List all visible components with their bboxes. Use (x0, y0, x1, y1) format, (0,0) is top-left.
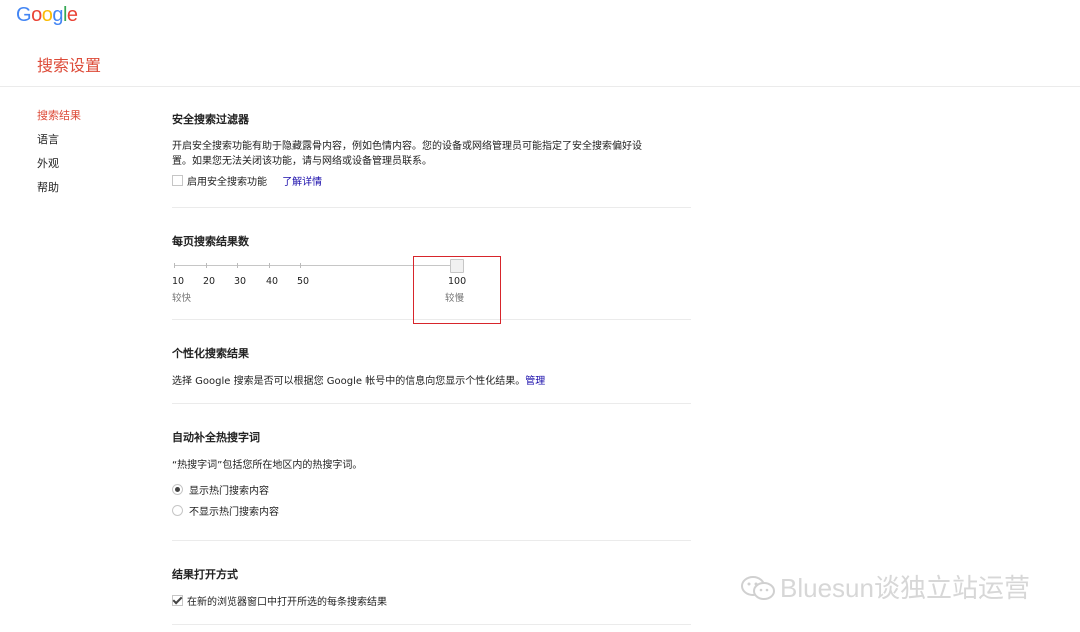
watermark: Bluesun谈独立站运营 (740, 568, 1030, 605)
slider-tick (206, 263, 207, 268)
personalized-section: 个性化搜索结果 选择 Google 搜索是否可以根据您 Google 帐号中的信… (172, 345, 692, 389)
results-per-page-section: 每页搜索结果数 (172, 233, 692, 249)
open-results-section: 结果打开方式 在新的浏览器窗口中打开所选的每条搜索结果 (172, 566, 692, 610)
faster-label: 较快 (172, 293, 192, 304)
desc-line: 置。如果您无法关闭该功能，请与网络或设备管理员联系。 (172, 156, 432, 167)
section-title: 结果打开方式 (172, 568, 238, 581)
slider-tick (269, 263, 270, 268)
slider-tick (237, 263, 238, 268)
sidebar-item-help[interactable]: 帮助 (37, 180, 81, 204)
safe-search-checkbox-label[interactable]: 启用安全搜索功能 (187, 177, 267, 188)
learn-more-link[interactable]: 了解详情 (282, 177, 322, 188)
section-title: 安全搜索过滤器 (172, 113, 249, 126)
sidebar-item-search-results[interactable]: 搜索结果 (37, 108, 81, 132)
autocomplete-section: 自动补全热搜字词 “热搜字词”包括您所在地区内的热搜字词。 显示热门搜索内容 不… (172, 429, 692, 520)
personalized-row: 选择 Google 搜索是否可以根据您 Google 帐号中的信息向您显示个性化… (172, 374, 692, 389)
open-new-window-label[interactable]: 在新的浏览器窗口中打开所选的每条搜索结果 (187, 597, 387, 608)
section-divider (172, 624, 691, 625)
radio-label[interactable]: 显示热门搜索内容 (189, 486, 269, 497)
tick-label-40: 40 (266, 276, 279, 287)
open-results-row: 在新的浏览器窗口中打开所选的每条搜索结果 (172, 595, 692, 610)
watermark-text: Bluesun谈独立站运营 (780, 573, 1030, 603)
sidebar-item-language[interactable]: 语言 (37, 132, 81, 156)
section-title: 个性化搜索结果 (172, 347, 249, 360)
section-title: 每页搜索结果数 (172, 235, 249, 248)
open-new-window-checkbox[interactable] (172, 595, 183, 606)
personalized-description: 选择 Google 搜索是否可以根据您 Google 帐号中的信息向您显示个性化… (172, 376, 526, 387)
tick-label-20: 20 (203, 276, 216, 287)
radio-label[interactable]: 不显示热门搜索内容 (189, 507, 279, 518)
slider-tick (300, 263, 301, 268)
tick-label-30: 30 (234, 276, 247, 287)
section-divider (172, 540, 691, 541)
sidebar-item-appearance[interactable]: 外观 (37, 156, 81, 180)
section-divider (172, 207, 691, 208)
wechat-icon (741, 576, 775, 600)
manage-link[interactable]: 管理 (525, 376, 545, 387)
autocomplete-description: “热搜字词”包括您所在地区内的热搜字词。 (172, 460, 363, 471)
tick-label-50: 50 (297, 276, 310, 287)
header-divider (0, 86, 1080, 87)
safe-search-section: 安全搜索过滤器 开启安全搜索功能有助于隐藏露骨内容，例如色情内容。您的设备或网络… (172, 111, 692, 190)
tick-label-10: 10 (172, 276, 185, 287)
page-title: 搜索设置 (37, 56, 102, 75)
safe-search-checkbox[interactable] (172, 175, 183, 186)
radio-option-show[interactable]: 显示热门搜索内容 (172, 484, 692, 499)
safe-search-row: 启用安全搜索功能 了解详情 (172, 175, 692, 190)
desc-line: 开启安全搜索功能有助于隐藏露骨内容，例如色情内容。您的设备或网络管理员可能指定了… (172, 141, 642, 152)
radio-option-hide[interactable]: 不显示热门搜索内容 (172, 505, 692, 520)
highlight-box (413, 256, 501, 324)
section-title: 自动补全热搜字词 (172, 431, 260, 444)
google-logo[interactable]: Google (16, 4, 78, 27)
radio-show-trending[interactable] (172, 484, 183, 495)
radio-hide-trending[interactable] (172, 505, 183, 516)
slider-tick (174, 263, 175, 268)
section-divider (172, 403, 691, 404)
sidebar: 搜索结果 语言 外观 帮助 (37, 108, 81, 204)
safe-search-description: 开启安全搜索功能有助于隐藏露骨内容，例如色情内容。您的设备或网络管理员可能指定了… (172, 139, 692, 169)
